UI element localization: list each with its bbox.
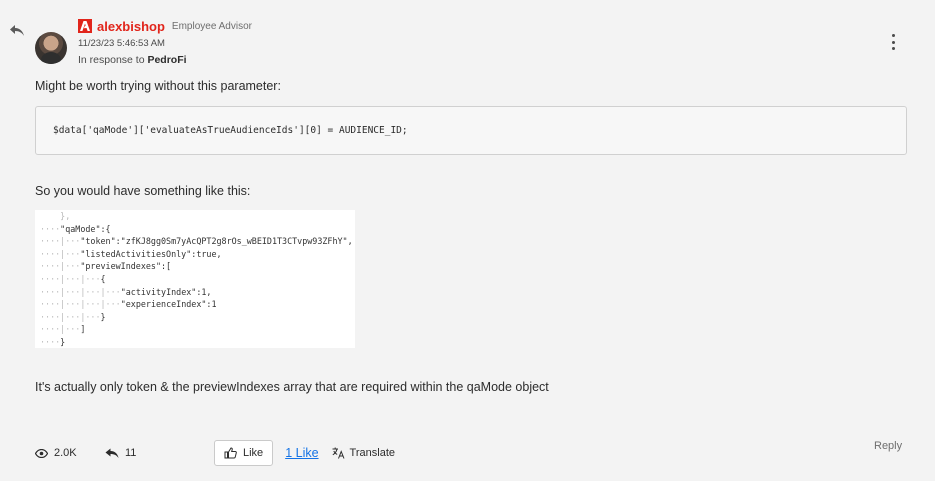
adobe-logo-icon <box>78 19 92 33</box>
post-paragraph-1: Might be worth trying without this param… <box>35 79 281 93</box>
eye-icon <box>35 448 48 458</box>
like-button[interactable]: Like <box>214 440 274 466</box>
in-response-prefix: In response to <box>78 54 145 66</box>
post-paragraph-2: So you would have something like this: <box>35 184 251 198</box>
in-response-to: In response to PedroFi <box>78 54 187 66</box>
in-response-user-link[interactable]: PedroFi <box>147 54 186 66</box>
code-screenshot-image: }, ····"qaMode":{ ····|···"token":"zfKJ8… <box>35 210 355 348</box>
thumbs-up-icon <box>224 447 237 459</box>
author-row: alexbishop Employee Advisor <box>78 18 252 34</box>
reply-button[interactable]: Reply <box>874 440 902 452</box>
replies-stat[interactable]: 11 <box>105 447 214 459</box>
author-name[interactable]: alexbishop <box>97 19 165 34</box>
replies-count: 11 <box>125 447 137 459</box>
code-block: $data['qaMode']['evaluateAsTrueAudienceI… <box>35 106 907 155</box>
code-text: $data['qaMode']['evaluateAsTrueAudienceI… <box>53 125 408 136</box>
reply-arrow-icon <box>10 25 24 36</box>
post-paragraph-3: It's actually only token & the previewIn… <box>35 380 549 394</box>
views-count: 2.0K <box>54 447 77 459</box>
translate-label: Translate <box>349 447 395 459</box>
like-label: Like <box>243 447 264 459</box>
reply-arrow-icon <box>105 448 119 458</box>
like-count-link[interactable]: 1 Like <box>285 446 318 460</box>
post-timestamp: 11/23/23 5:46:53 AM <box>78 38 165 49</box>
author-role-badge: Employee Advisor <box>171 20 252 32</box>
more-options-icon[interactable] <box>888 34 898 50</box>
translate-button[interactable]: Translate <box>332 447 395 459</box>
translate-icon <box>332 447 345 459</box>
avatar[interactable] <box>35 32 67 64</box>
views-stat: 2.0K <box>35 447 105 459</box>
post-footer: 2.0K 11 Like 1 Like Translate <box>35 440 395 466</box>
